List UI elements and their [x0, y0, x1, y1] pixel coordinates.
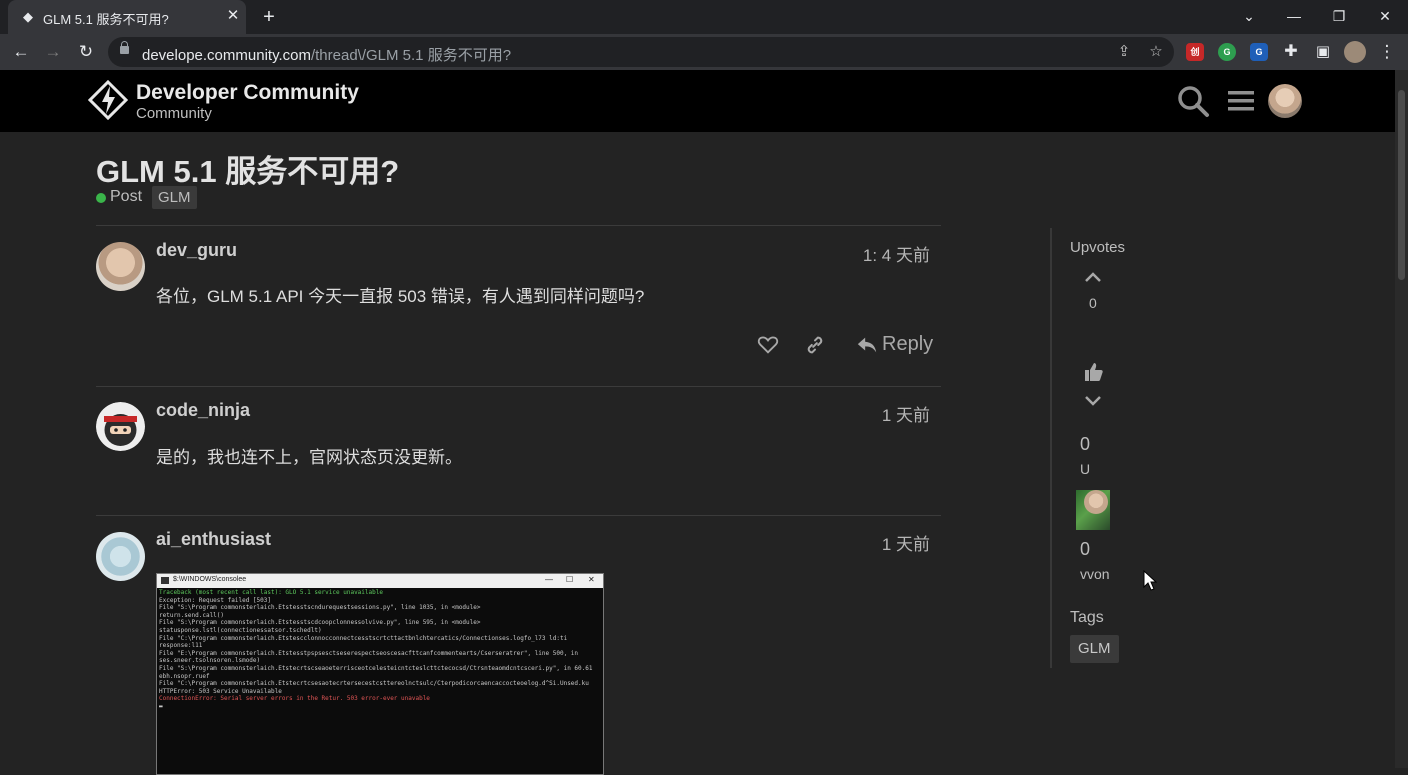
- timeline-thumbnail[interactable]: [1076, 490, 1110, 530]
- new-tab-plus-icon[interactable]: +: [258, 6, 280, 28]
- terminal-line: ConnectionError: Serial server errors in…: [159, 695, 430, 703]
- terminal-line: File "C:\Program commonsterlaich.Etstecr…: [159, 680, 589, 688]
- timeline-count-b: 0: [1080, 539, 1091, 559]
- tags-label: Tags: [1070, 609, 1104, 626]
- site-title[interactable]: Developer Community: [136, 81, 359, 105]
- post-avatar[interactable]: [96, 242, 145, 291]
- extension-red-icon[interactable]: 创: [1186, 43, 1204, 61]
- terminal-maximize-icon: ☐: [566, 575, 574, 584]
- url-path: /thread\/GLM 5.1 服务不可用?: [310, 47, 512, 64]
- terminal-minimize-icon: —: [545, 575, 553, 584]
- ninja-avatar[interactable]: [96, 402, 145, 451]
- divider: [96, 225, 941, 226]
- terminal-title: $:\WINDOWS\consolee: [173, 576, 247, 583]
- post-author[interactable]: dev_guru: [156, 240, 237, 261]
- terminal-close-icon: ✕: [588, 575, 595, 584]
- divider: [96, 515, 941, 516]
- back-icon[interactable]: ←: [10, 41, 32, 63]
- terminal-output: Traceback (most recent call last): GLO 5…: [159, 589, 599, 711]
- profile-avatar[interactable]: [1344, 41, 1366, 63]
- terminal-line: File "S:\Program commonsterlaich.Etstess…: [159, 619, 481, 627]
- star-icon[interactable]: ☆: [1146, 42, 1166, 62]
- timeline-rail: [1050, 228, 1052, 668]
- topic-title: GLM 5.1 服务不可用?: [96, 154, 400, 189]
- minimize-icon[interactable]: —: [1280, 4, 1308, 28]
- page-scrollbar[interactable]: [1395, 70, 1408, 768]
- terminal-line: File "S:\Program commonsterlaich.Etstecr…: [159, 664, 593, 672]
- address-bar[interactable]: develope.community.com/thread\/GLM 5.1 服…: [108, 37, 1174, 67]
- terminal-line: statusponse.lstl(connectionessatsor.tsch…: [159, 626, 322, 634]
- post-author[interactable]: code_ninja: [156, 400, 250, 421]
- terminal-line: HTTPError: 503 Service Unavailable: [159, 687, 282, 695]
- post-date[interactable]: 1: 4 天前: [863, 241, 930, 266]
- post-body: 是的，我也连不上，官网状态页没更新。: [156, 448, 462, 467]
- forward-icon[interactable]: →: [42, 41, 64, 63]
- chevron-up-icon[interactable]: [1084, 270, 1102, 284]
- post-author[interactable]: ai_enthusiast: [156, 529, 271, 550]
- terminal-app-icon: [161, 577, 169, 584]
- mouse-cursor-icon: [1143, 570, 1157, 591]
- heart-icon[interactable]: [757, 334, 779, 356]
- post-avatar[interactable]: [96, 532, 145, 581]
- close-tab-icon[interactable]: ✕: [224, 7, 242, 25]
- sidepanel-icon[interactable]: ▣: [1312, 41, 1334, 63]
- terminal-titlebar: $:\WINDOWS\consolee — ☐ ✕: [157, 574, 603, 588]
- extension-blue-icon[interactable]: G: [1250, 43, 1268, 61]
- url-host: develope.community.com: [142, 47, 311, 64]
- post-date[interactable]: 1 天前: [882, 530, 930, 555]
- terminal-line: ebh.nsopr.ruef: [159, 672, 210, 680]
- user-avatar[interactable]: [1268, 84, 1302, 118]
- reply-button[interactable]: Reply: [882, 333, 933, 356]
- share-icon[interactable]: ⇪: [1114, 42, 1134, 62]
- terminal-line: File "S:\Program commonsterlaich.Etstess…: [159, 604, 481, 612]
- search-icon[interactable]: [1176, 84, 1210, 118]
- scrollbar-thumb[interactable]: [1398, 90, 1405, 280]
- terminal-line: Traceback (most recent call last): GLO 5…: [159, 589, 383, 596]
- terminal-line: Exception: Request failed [503]: [159, 596, 271, 604]
- timeline-count-a: 0: [1080, 434, 1091, 454]
- sidebar-tag[interactable]: GLM: [1070, 635, 1119, 663]
- vote-count: 0: [1089, 295, 1097, 311]
- terminal-line: File "C:\Program commonsterlaich.Etstesc…: [159, 634, 568, 642]
- terminal-screenshot[interactable]: $:\WINDOWS\consolee — ☐ ✕ Traceback (mos…: [156, 573, 604, 775]
- logo-icon[interactable]: [88, 80, 128, 120]
- kebab-menu-icon[interactable]: ⋮: [1376, 41, 1398, 63]
- post-date[interactable]: 1 天前: [882, 401, 930, 426]
- thumbnail-avatar: [1084, 490, 1108, 514]
- upvotes-label: Upvotes: [1070, 239, 1126, 256]
- category-dot: [96, 193, 106, 203]
- chevron-down-icon[interactable]: [1084, 394, 1102, 408]
- thumbs-up-icon[interactable]: [1084, 362, 1104, 382]
- topic-tag[interactable]: GLM: [152, 186, 197, 209]
- url-text[interactable]: develope.community.com/thread\/GLM 5.1 服…: [142, 44, 511, 65]
- restore-icon[interactable]: ❐: [1325, 4, 1353, 28]
- terminal-line: ses.sneer.tsolnsoren.lsmode): [159, 657, 261, 665]
- diamond-favicon-icon: ◆: [23, 9, 33, 24]
- puzzle-icon[interactable]: ✚: [1280, 41, 1302, 63]
- tab-search-chevron-icon[interactable]: ⌄: [1235, 4, 1263, 28]
- lock-icon: [120, 41, 129, 54]
- reload-icon[interactable]: ↻: [75, 41, 97, 63]
- timeline-label-a: U: [1080, 461, 1091, 477]
- terminal-line: return.send.call(): [159, 611, 225, 619]
- extension-green-icon[interactable]: G: [1218, 43, 1236, 61]
- site-header: Developer Community Community: [0, 70, 1395, 132]
- link-icon[interactable]: [804, 334, 826, 356]
- browser-toolbar: ← → ↻ develope.community.com/thread\/GLM…: [0, 34, 1408, 70]
- window-close-icon[interactable]: ✕: [1371, 4, 1399, 28]
- terminal-line: response:l11: [159, 642, 203, 650]
- tab-title: GLM 5.1 服务不可用?: [43, 12, 169, 27]
- post-body: 各位，GLM 5.1 API 今天一直报 503 错误，有人遇到同样问题吗?: [156, 287, 645, 306]
- browser-tab-strip: ◆ GLM 5.1 服务不可用? ✕ + ⌄ — ❐ ✕: [0, 0, 1408, 34]
- timeline-label-b: vvon: [1080, 566, 1110, 582]
- reply-icon[interactable]: [856, 334, 878, 356]
- hamburger-icon[interactable]: [1224, 84, 1258, 118]
- site-subtitle: Community: [136, 105, 212, 122]
- divider: [96, 386, 941, 387]
- browser-tab[interactable]: ◆ GLM 5.1 服务不可用? ✕: [8, 0, 246, 34]
- terminal-line: File "E:\Program commonsterlaich.Etstess…: [159, 649, 579, 657]
- terminal-prompt: ▬: [159, 702, 163, 710]
- category-label[interactable]: Post: [110, 188, 142, 206]
